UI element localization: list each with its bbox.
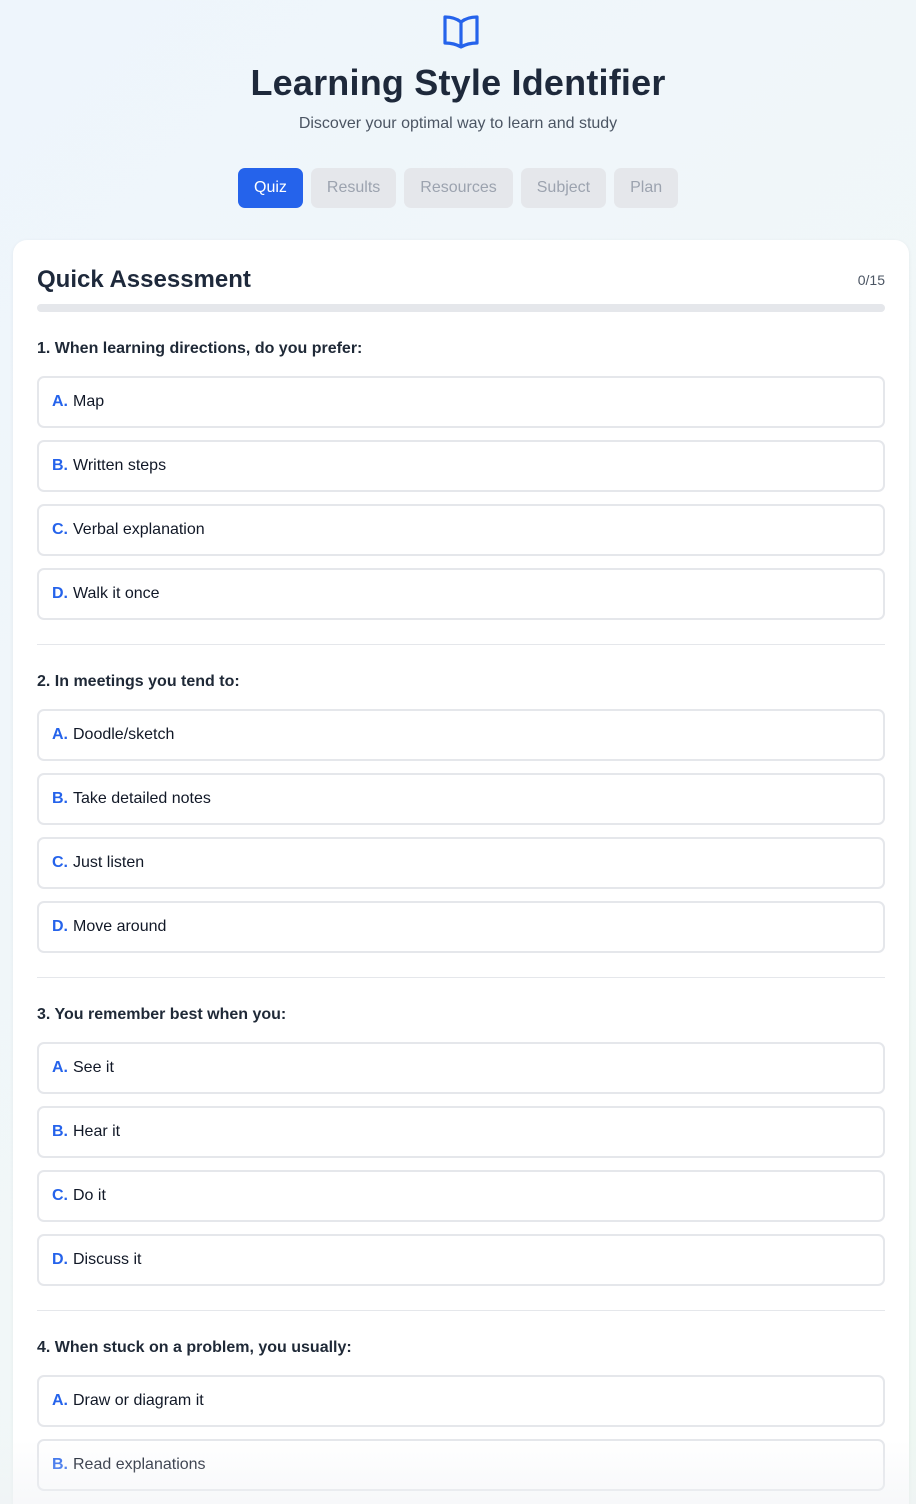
option-text: Written steps bbox=[73, 457, 167, 474]
option-letter: B. bbox=[52, 1456, 68, 1473]
answer-option-d[interactable]: D. Discuss it bbox=[37, 1234, 885, 1286]
card-title: Quick Assessment bbox=[37, 266, 251, 293]
tab-plan[interactable]: Plan bbox=[614, 168, 679, 208]
option-letter: A. bbox=[52, 393, 68, 410]
question-divider bbox=[37, 1310, 885, 1311]
page-header: Learning Style Identifier Discover your … bbox=[0, 0, 916, 240]
assessment-card: Quick Assessment 0/15 1. When learning d… bbox=[13, 240, 909, 1504]
option-letter: C. bbox=[52, 1187, 68, 1204]
option-letter: D. bbox=[52, 1251, 68, 1268]
option-letter: A. bbox=[52, 1392, 68, 1409]
question-1: 1. When learning directions, do you pref… bbox=[37, 339, 885, 620]
option-letter: C. bbox=[52, 854, 68, 871]
question-text: 4. When stuck on a problem, you usually: bbox=[37, 1339, 352, 1356]
option-letter: B. bbox=[52, 790, 68, 807]
option-text: Read explanations bbox=[73, 1456, 206, 1473]
option-letter: B. bbox=[52, 1123, 68, 1140]
option-letter: D. bbox=[52, 918, 68, 935]
option-text: Draw or diagram it bbox=[73, 1392, 204, 1409]
tab-subject[interactable]: Subject bbox=[520, 168, 607, 208]
answer-option-c[interactable]: C. Do it bbox=[37, 1170, 885, 1222]
answer-option-c[interactable]: C. Verbal explanation bbox=[37, 504, 885, 556]
option-text: See it bbox=[73, 1059, 114, 1076]
tab-results[interactable]: Results bbox=[310, 168, 397, 208]
option-text: Take detailed notes bbox=[73, 790, 211, 807]
option-text: Do it bbox=[73, 1187, 106, 1204]
answer-option-b[interactable]: B. Take detailed notes bbox=[37, 773, 885, 825]
page-title: Learning Style Identifier bbox=[250, 62, 666, 103]
answer-option-d[interactable]: D. Walk it once bbox=[37, 568, 885, 620]
progress-bar bbox=[37, 304, 885, 312]
answer-option-c[interactable]: C. Just listen bbox=[37, 837, 885, 889]
answer-option-a[interactable]: A. Map bbox=[37, 376, 885, 428]
open-book-icon bbox=[443, 15, 479, 49]
option-letter: D. bbox=[52, 585, 68, 602]
answer-option-b[interactable]: B. Written steps bbox=[37, 440, 885, 492]
tab-resources[interactable]: Resources bbox=[404, 168, 513, 208]
answer-option-a[interactable]: A. Draw or diagram it bbox=[37, 1375, 885, 1427]
answer-option-b[interactable]: B. Hear it bbox=[37, 1106, 885, 1158]
option-text: Walk it once bbox=[73, 585, 160, 602]
option-letter: C. bbox=[52, 521, 68, 538]
option-text: Verbal explanation bbox=[73, 521, 205, 538]
answer-option-b[interactable]: B. Read explanations bbox=[37, 1439, 885, 1491]
answer-option-d[interactable]: D. Move around bbox=[37, 901, 885, 953]
question-text: 2. In meetings you tend to: bbox=[37, 673, 240, 690]
option-text: Move around bbox=[73, 918, 167, 935]
option-text: Discuss it bbox=[73, 1251, 142, 1268]
progress-count: 0/15 bbox=[857, 272, 885, 288]
question-text: 1. When learning directions, do you pref… bbox=[37, 340, 363, 357]
tab-quiz[interactable]: Quiz bbox=[238, 168, 303, 208]
option-letter: B. bbox=[52, 457, 68, 474]
option-text: Doodle/sketch bbox=[73, 726, 175, 743]
option-text: Just listen bbox=[73, 854, 145, 871]
option-text: Map bbox=[73, 393, 105, 410]
question-2: 2. In meetings you tend to: A. Doodle/ske… bbox=[37, 672, 885, 953]
tab-bar: Quiz Results Resources Subject Plan bbox=[238, 168, 679, 208]
question-divider bbox=[37, 644, 885, 645]
page-subtitle: Discover your optimal way to learn and s… bbox=[298, 115, 618, 132]
answer-option-a[interactable]: A. Doodle/sketch bbox=[37, 709, 885, 761]
question-text: 3. You remember best when you: bbox=[37, 1006, 287, 1023]
question-divider bbox=[37, 977, 885, 978]
question-3: 3. You remember best when you: A. See it … bbox=[37, 1005, 885, 1286]
option-letter: A. bbox=[52, 1059, 68, 1076]
option-letter: A. bbox=[52, 726, 68, 743]
answer-option-a[interactable]: A. See it bbox=[37, 1042, 885, 1094]
option-text: Hear it bbox=[73, 1123, 121, 1140]
question-4: 4. When stuck on a problem, you usually:… bbox=[37, 1338, 885, 1491]
